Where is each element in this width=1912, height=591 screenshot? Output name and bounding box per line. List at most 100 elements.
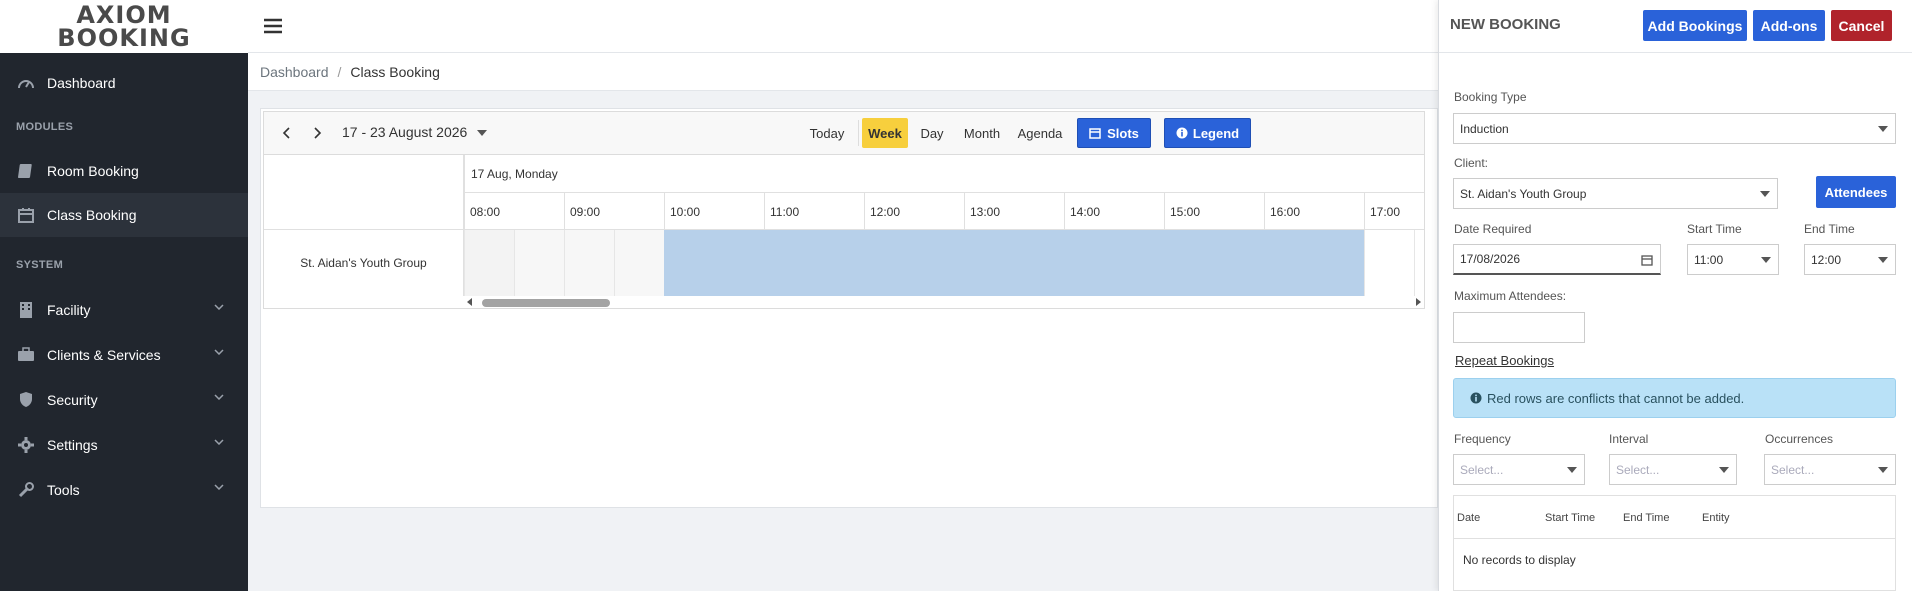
sidebar-item-clients-services[interactable]: Clients & Services [0, 332, 248, 377]
toolbar-divider [858, 120, 859, 146]
end-time-label: End Time [1804, 222, 1855, 236]
slots-label: Slots [1107, 125, 1139, 141]
scroll-right-icon[interactable] [1414, 298, 1422, 306]
client-select[interactable]: St. Aidan's Youth Group [1453, 178, 1778, 209]
table-header: Date Start Time End Time Entity [1454, 496, 1895, 539]
add-ons-button[interactable]: Add-ons [1753, 10, 1825, 41]
occurrences-placeholder: Select... [1771, 462, 1815, 477]
sidebar-item-tools[interactable]: Tools [0, 467, 248, 512]
calendar-icon [16, 205, 36, 225]
caret-down-icon [1878, 257, 1888, 263]
max-attendees-input[interactable] [1453, 312, 1585, 343]
time-slot[interactable] [514, 230, 564, 296]
today-button[interactable]: Today [802, 118, 852, 148]
time-header-cell: 15:00 [1164, 193, 1264, 230]
interval-select[interactable]: Select... [1609, 454, 1737, 485]
sidebar-item-label: Tools [47, 481, 80, 498]
sidebar-item-security[interactable]: Security [0, 377, 248, 422]
wrench-icon [16, 480, 36, 500]
sidebar-item-label: Clients & Services [47, 346, 161, 363]
frequency-select[interactable]: Select... [1453, 454, 1585, 485]
sidebar-item-settings[interactable]: Settings [0, 422, 248, 467]
horizontal-scrollbar[interactable] [464, 296, 1424, 308]
panel-title: NEW BOOKING [1450, 16, 1561, 33]
caret-down-icon [1761, 257, 1771, 263]
info-icon [1470, 392, 1482, 404]
time-header-cell: 16:00 [1264, 193, 1364, 230]
caret-down-icon [477, 130, 488, 137]
calendar-icon [1089, 128, 1101, 139]
occurrences-select[interactable]: Select... [1764, 454, 1896, 485]
start-time-label: Start Time [1687, 222, 1742, 236]
booking-type-select[interactable]: Induction [1453, 113, 1896, 144]
scroll-thumb[interactable] [482, 299, 610, 307]
date-required-input[interactable]: 17/08/2026 [1453, 244, 1661, 275]
caret-down-icon [1567, 467, 1577, 473]
view-month-button[interactable]: Month [956, 118, 1008, 148]
resource-header [264, 155, 464, 230]
start-time-select[interactable]: 11:00 [1687, 244, 1779, 275]
chevron-down-icon [214, 394, 224, 400]
date-required-label: Date Required [1454, 222, 1532, 236]
panel-header: NEW BOOKING Add Bookings Add-ons Cancel [1439, 0, 1912, 53]
start-time-value: 11:00 [1694, 252, 1724, 267]
info-text: Red rows are conflicts that cannot be ad… [1487, 390, 1745, 406]
time-slot[interactable] [564, 230, 614, 296]
repeat-bookings-link[interactable]: Repeat Bookings [1455, 353, 1554, 368]
attendees-button[interactable]: Attendees [1816, 176, 1896, 208]
time-header-cell: 11:00 [764, 193, 864, 230]
legend-button[interactable]: Legend [1164, 118, 1251, 148]
sidebar-item-label: Security [47, 391, 98, 408]
sidebar-item-dashboard[interactable]: Dashboard [0, 61, 248, 105]
time-header-row: 08:00 09:00 10:00 11:00 12:00 13:00 14:00 15:00… [464, 193, 1424, 230]
occurrences-label: Occurrences [1765, 432, 1834, 446]
time-header-cell: 08:00 [464, 193, 564, 230]
time-slot[interactable] [464, 230, 514, 296]
column-header-date[interactable]: Date [1457, 512, 1480, 524]
building-icon [16, 300, 36, 320]
frequency-label: Frequency [1454, 432, 1511, 446]
time-header-cell: 09:00 [564, 193, 664, 230]
end-time-select[interactable]: 12:00 [1804, 244, 1896, 275]
system-heading: SYSTEM [16, 259, 64, 271]
date-required-value: 17/08/2026 [1460, 252, 1521, 266]
day-header: 17 Aug, Monday [464, 155, 1424, 193]
sidebar: AXIOM BOOKING Dashboard MODULES Room Boo… [0, 0, 248, 591]
column-header-entity[interactable]: Entity [1702, 512, 1730, 524]
sidebar-item-room-booking[interactable]: Room Booking [0, 149, 248, 193]
add-bookings-button[interactable]: Add Bookings [1643, 10, 1747, 41]
view-week-button[interactable]: Week [862, 118, 908, 148]
time-slot[interactable] [1414, 230, 1424, 296]
scroll-left-icon[interactable] [466, 298, 474, 306]
calendar-icon[interactable] [1641, 254, 1653, 266]
chevron-right-icon[interactable] [310, 126, 324, 140]
view-day-button[interactable]: Day [912, 118, 952, 148]
scheduler-card: 17 - 23 August 2026 Today Week Day Month… [260, 108, 1438, 508]
time-header-cell: 14:00 [1064, 193, 1164, 230]
slots-button[interactable]: Slots [1077, 118, 1151, 148]
sidebar-item-facility[interactable]: Facility [0, 287, 248, 332]
caret-down-icon [1878, 126, 1888, 132]
logo[interactable]: AXIOM BOOKING [0, 0, 248, 53]
book-icon [16, 161, 36, 181]
time-slot[interactable] [1364, 230, 1414, 296]
chevron-down-icon [214, 439, 224, 445]
time-header-cell: 10:00 [664, 193, 764, 230]
breadcrumb-dashboard[interactable]: Dashboard [260, 64, 329, 80]
view-agenda-button[interactable]: Agenda [1012, 118, 1068, 148]
no-records-message: No records to display [1463, 553, 1576, 567]
chevron-left-icon[interactable] [280, 126, 294, 140]
column-header-end-time[interactable]: End Time [1623, 512, 1669, 524]
new-booking-panel: NEW BOOKING Add Bookings Add-ons Cancel … [1438, 0, 1912, 591]
hamburger-menu-icon[interactable] [262, 15, 284, 37]
repeat-bookings-table: Date Start Time End Time Entity No recor… [1453, 495, 1896, 591]
time-slot[interactable] [614, 230, 664, 296]
modules-heading: MODULES [16, 121, 74, 133]
booking-type-label: Booking Type [1454, 90, 1527, 104]
sidebar-item-class-booking[interactable]: Class Booking [0, 193, 248, 237]
column-header-start-time[interactable]: Start Time [1545, 512, 1595, 524]
cancel-button[interactable]: Cancel [1831, 10, 1892, 41]
chevron-down-icon [214, 349, 224, 355]
date-range-picker[interactable]: 17 - 23 August 2026 [342, 124, 488, 140]
booked-block[interactable] [664, 230, 1364, 296]
